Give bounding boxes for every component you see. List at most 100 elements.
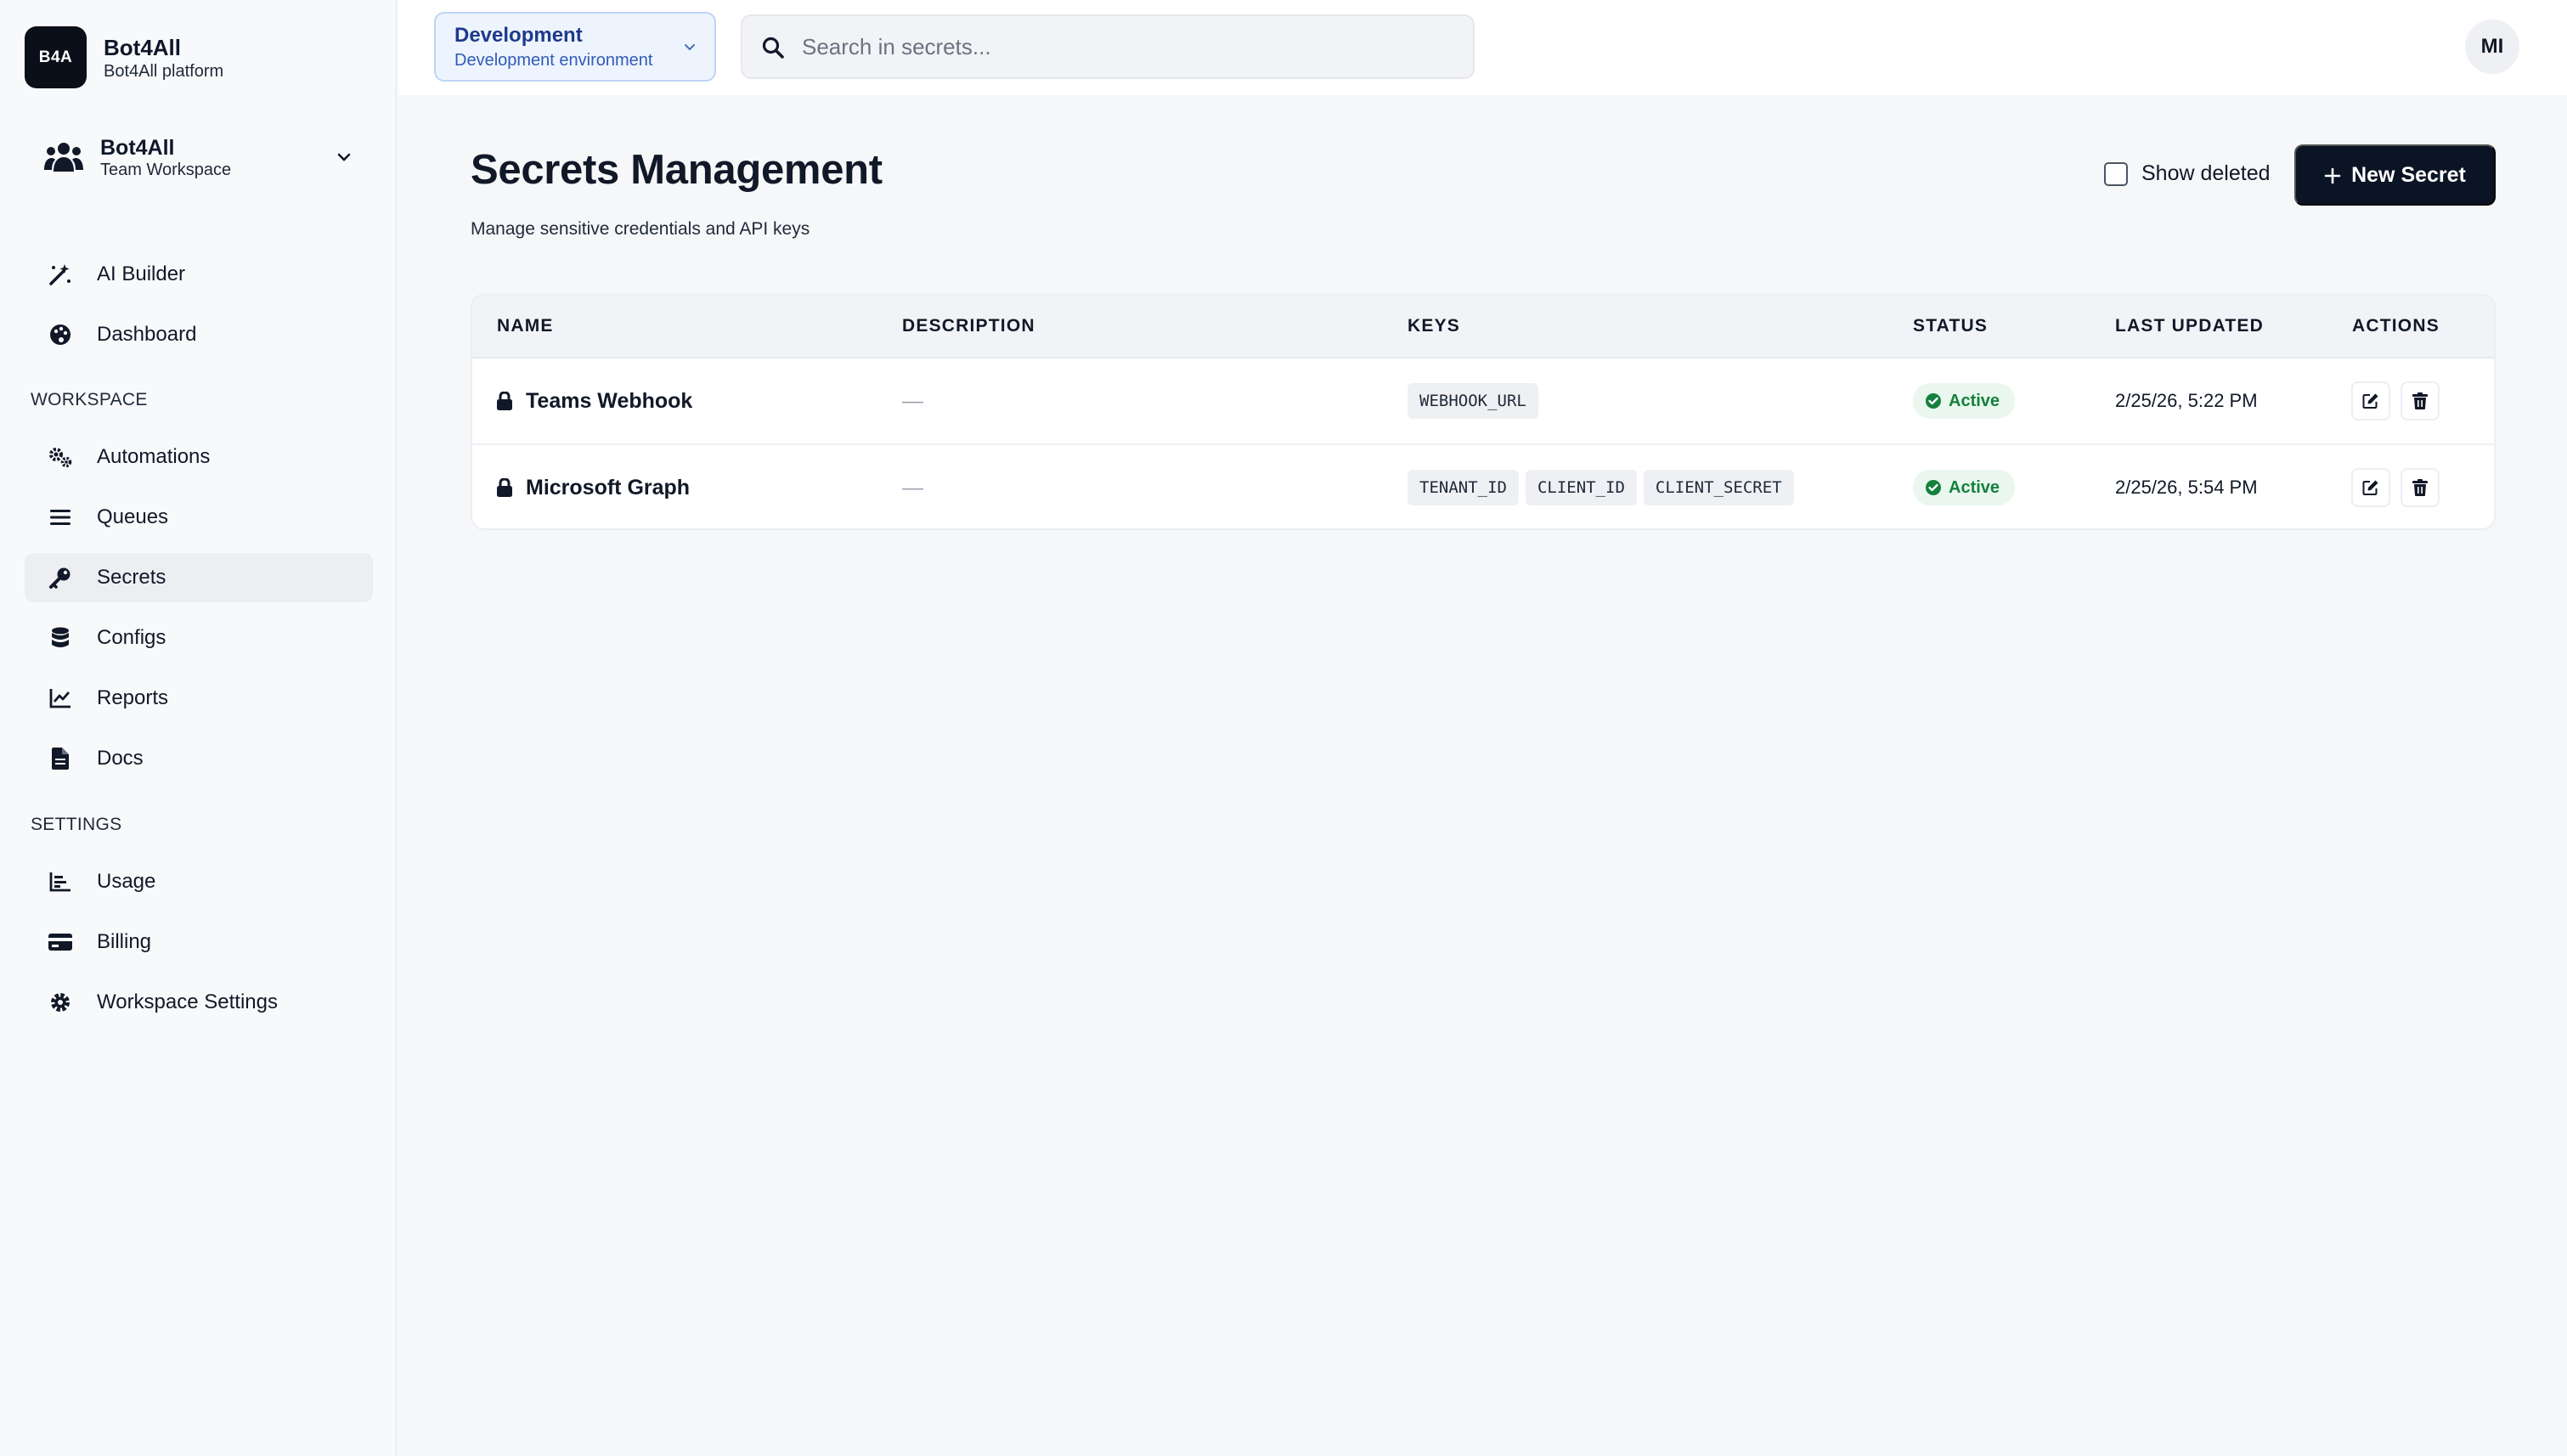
chevron-down-icon — [680, 37, 699, 56]
new-secret-button[interactable]: New Secret — [2294, 144, 2496, 206]
table-header: NAME DESCRIPTION KEYS STATUS LAST UPDATE… — [472, 296, 2494, 358]
sidebar-item-ai-builder[interactable]: AI Builder — [25, 250, 373, 299]
secret-description: — — [902, 388, 923, 413]
sidebar-item-secrets[interactable]: Secrets — [25, 553, 373, 602]
sidebar-item-label: Reports — [97, 686, 169, 709]
column-header-actions: ACTIONS — [2352, 316, 2440, 336]
sidebar-item-label: Automations — [97, 445, 211, 468]
sidebar-item-dashboard[interactable]: Dashboard — [25, 310, 373, 359]
key-icon — [48, 565, 73, 590]
table-row[interactable]: Teams Webhook — WEBHOOK_URL Active 2/25/… — [472, 358, 2494, 445]
sidebar-item-label: Billing — [97, 930, 152, 953]
column-header-keys[interactable]: KEYS — [1408, 316, 1460, 336]
sidebar-item-reports[interactable]: Reports — [25, 674, 373, 723]
page-title: Secrets Management — [471, 147, 883, 193]
column-header-name[interactable]: NAME — [497, 316, 554, 336]
secret-keys-cell: TENANT_ID CLIENT_ID CLIENT_SECRET — [1408, 445, 1801, 528]
environment-name: Development — [454, 24, 583, 47]
column-header-last-updated[interactable]: LAST UPDATED — [2115, 316, 2264, 336]
sidebar-item-docs[interactable]: Docs — [25, 734, 373, 783]
page-subtitle: Manage sensitive credentials and API key… — [471, 219, 810, 239]
show-deleted-checkbox[interactable] — [2104, 161, 2128, 186]
lock-icon — [497, 477, 514, 497]
actions-cell — [2351, 358, 2450, 443]
new-secret-label: New Secret — [2351, 162, 2466, 187]
edit-icon — [2362, 393, 2378, 409]
palette-icon — [48, 322, 73, 347]
sidebar-item-label: Configs — [97, 626, 166, 649]
status-cell: Active — [1913, 445, 2016, 528]
secret-name[interactable]: Teams Webhook — [526, 389, 692, 414]
section-label-workspace: WORKSPACE — [31, 390, 148, 409]
column-header-description[interactable]: DESCRIPTION — [902, 316, 1035, 336]
edit-button[interactable] — [2351, 381, 2390, 420]
sidebar-item-label: Dashboard — [97, 323, 197, 346]
sidebar-item-usage[interactable]: Usage — [25, 857, 373, 906]
table-row[interactable]: Microsoft Graph — TENANT_ID CLIENT_ID CL… — [472, 445, 2494, 528]
secret-name-cell: Teams Webhook — [497, 358, 692, 443]
team-subtitle: Team Workspace — [100, 161, 232, 179]
environment-description: Development environment — [454, 51, 653, 70]
team-switcher[interactable]: Bot4All Team Workspace — [25, 122, 373, 192]
sidebar-item-label: Queues — [97, 505, 169, 528]
magic-wand-icon — [48, 262, 73, 287]
delete-button[interactable] — [2401, 468, 2440, 507]
sidebar-item-label: AI Builder — [97, 262, 186, 285]
check-circle-icon — [1925, 392, 1942, 409]
status-badge: Active — [1913, 470, 2016, 505]
last-updated: 2/25/26, 5:54 PM — [2115, 477, 2258, 498]
show-deleted-label: Show deleted — [2141, 161, 2271, 185]
cogs-icon — [48, 444, 73, 470]
gear-icon — [48, 990, 73, 1015]
trash-icon — [2412, 392, 2428, 409]
sidebar: B4A Bot4All Bot4All platform Bot4All Tea… — [0, 0, 397, 1456]
chevron-down-icon — [332, 145, 356, 169]
brand-logo: B4A — [25, 26, 87, 88]
sidebar-item-queues[interactable]: Queues — [25, 493, 373, 542]
key-chip: CLIENT_SECRET — [1643, 470, 1794, 505]
secret-name-cell: Microsoft Graph — [497, 445, 690, 528]
secret-name[interactable]: Microsoft Graph — [526, 476, 690, 500]
secret-description: — — [902, 475, 923, 499]
sidebar-item-billing[interactable]: Billing — [25, 917, 373, 967]
sidebar-item-label: Workspace Settings — [97, 990, 278, 1013]
sidebar-item-configs[interactable]: Configs — [25, 613, 373, 663]
top-bar: Development Development environment MI — [398, 0, 2567, 95]
status-text: Active — [1949, 477, 2000, 497]
check-circle-icon — [1925, 479, 1942, 496]
secret-keys-cell: WEBHOOK_URL — [1408, 358, 1545, 443]
status-cell: Active — [1913, 358, 2016, 443]
key-chip: TENANT_ID — [1408, 470, 1519, 505]
delete-button[interactable] — [2401, 381, 2440, 420]
trash-icon — [2412, 479, 2428, 496]
section-label-settings: SETTINGS — [31, 815, 122, 834]
users-icon — [42, 136, 85, 178]
user-avatar[interactable]: MI — [2465, 20, 2519, 74]
brand-name: Bot4All — [104, 34, 181, 60]
search-bar[interactable] — [741, 14, 1475, 79]
sidebar-item-label: Docs — [97, 747, 144, 770]
sidebar-item-automations[interactable]: Automations — [25, 432, 373, 482]
column-header-status[interactable]: STATUS — [1913, 316, 1988, 336]
brand[interactable]: B4A Bot4All Bot4All platform — [25, 26, 223, 88]
search-icon — [761, 36, 787, 61]
sidebar-item-workspace-settings[interactable]: Workspace Settings — [25, 978, 373, 1027]
search-input[interactable] — [802, 25, 1447, 69]
actions-cell — [2351, 445, 2450, 528]
database-icon — [48, 625, 73, 651]
status-badge: Active — [1913, 383, 2016, 419]
lock-icon — [497, 391, 514, 410]
edit-button[interactable] — [2351, 468, 2390, 507]
chart-line-icon — [48, 686, 73, 711]
sidebar-item-label: Secrets — [97, 566, 166, 589]
team-name: Bot4All — [100, 136, 175, 160]
show-deleted-toggle[interactable]: Show deleted — [2104, 161, 2271, 186]
secrets-table: NAME DESCRIPTION KEYS STATUS LAST UPDATE… — [471, 294, 2496, 530]
credit-card-icon — [48, 929, 73, 955]
sidebar-item-label: Usage — [97, 870, 156, 893]
edit-icon — [2362, 480, 2378, 495]
environment-selector[interactable]: Development Development environment — [434, 12, 716, 82]
brand-subtitle: Bot4All platform — [104, 61, 224, 81]
key-chip: WEBHOOK_URL — [1408, 383, 1538, 419]
list-icon — [48, 505, 73, 530]
